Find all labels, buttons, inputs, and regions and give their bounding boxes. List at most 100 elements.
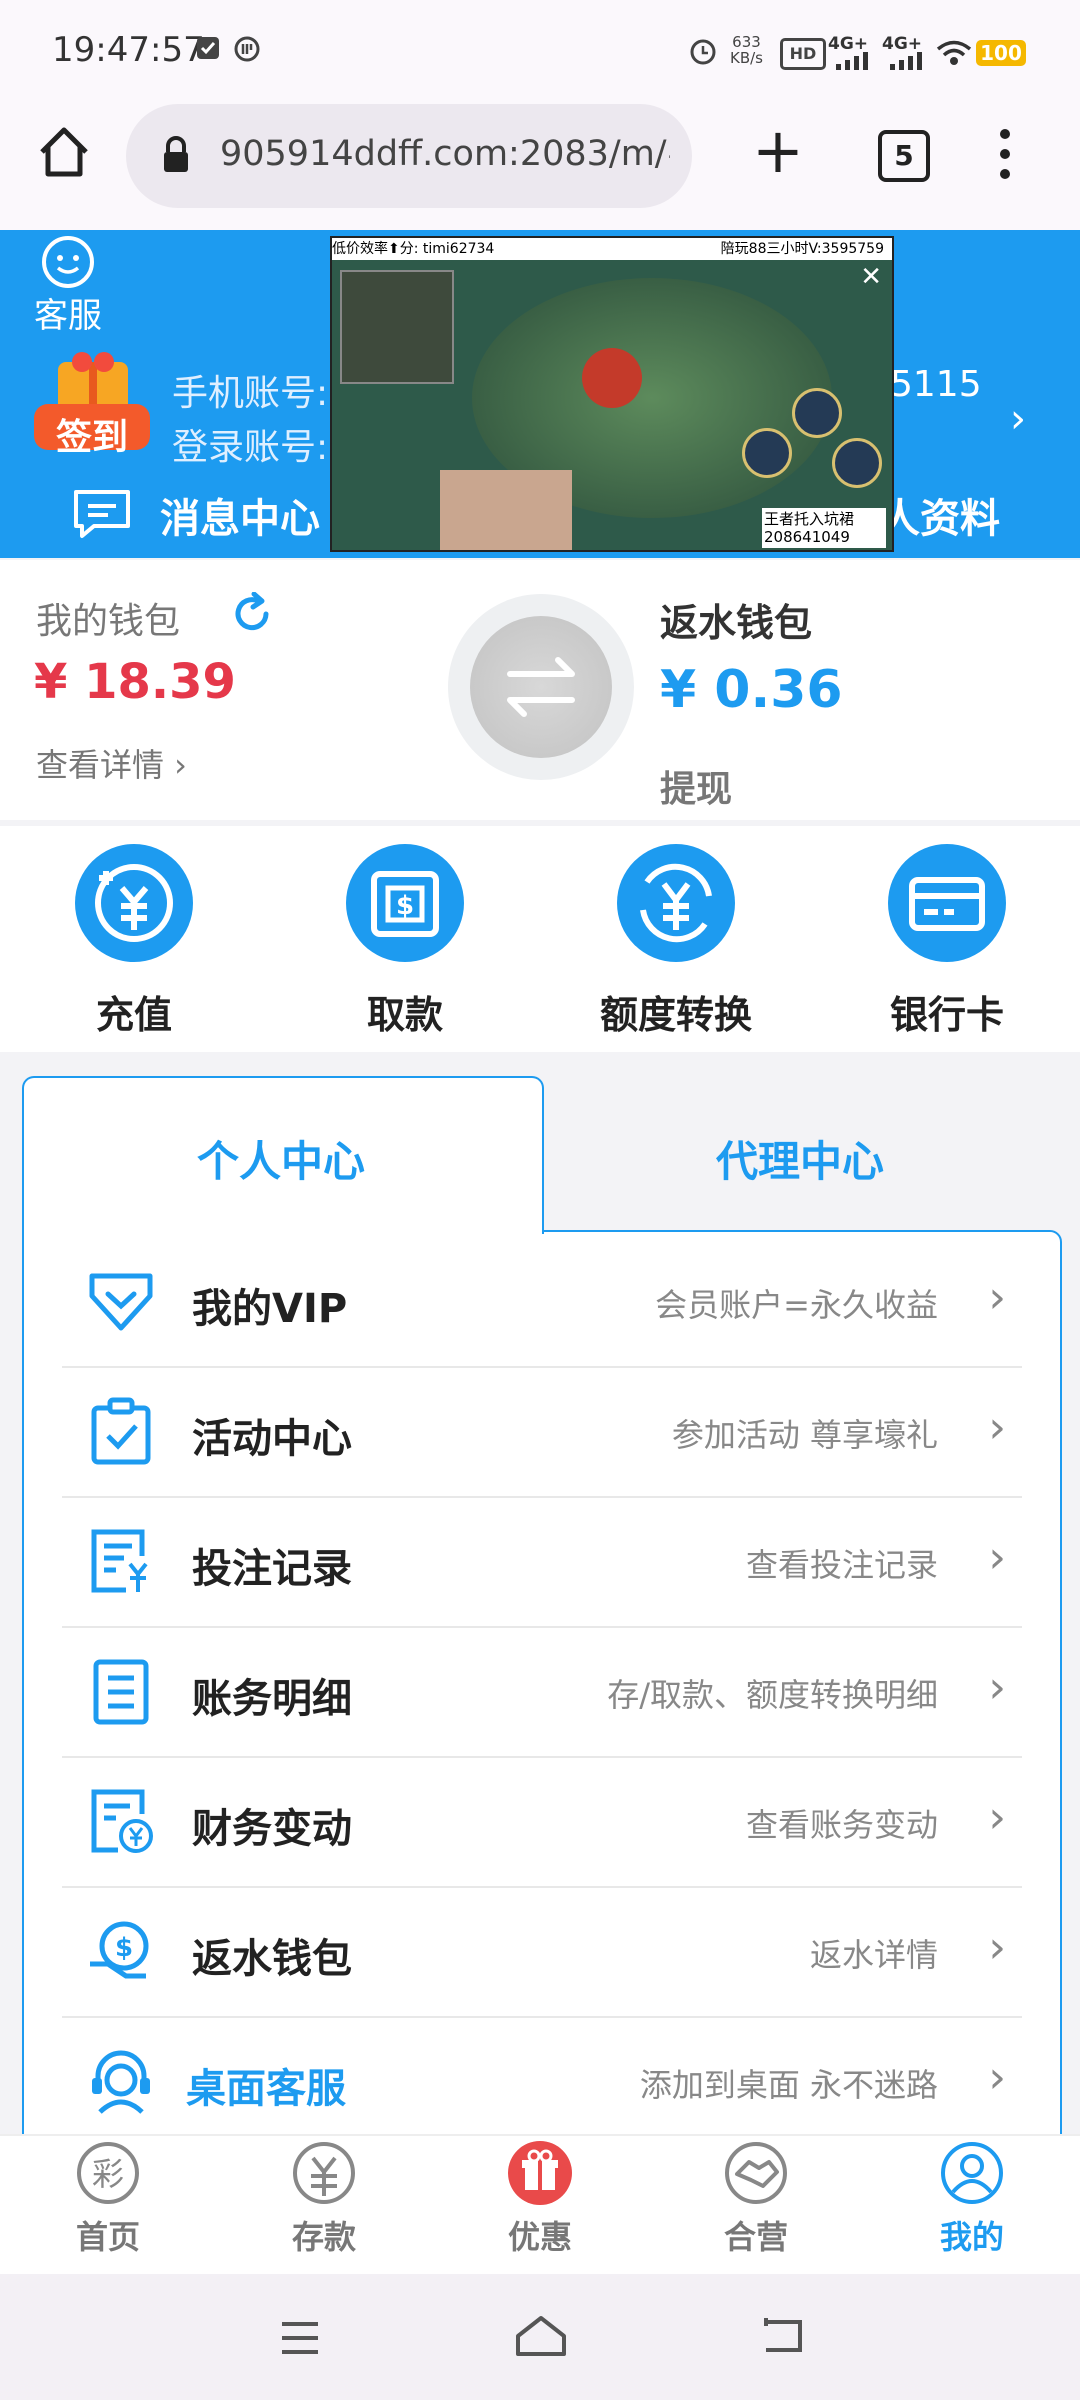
desktop-service-icon [86,2046,156,2116]
browser-home-icon[interactable] [36,124,92,184]
menu-item-rebate-wallet[interactable]: $ 返水钱包 返水详情 › [62,1886,1022,2018]
lottery-icon: 彩 [75,2140,141,2206]
nav-label: 优惠 [507,2218,572,2256]
nav-partnership[interactable]: 合营 [676,2140,836,2258]
chevron-right-icon: › [988,1532,1006,1583]
nav-home[interactable]: 彩 首页 [28,2140,188,2258]
alarm-icon [688,36,718,70]
action-label: 充值 [95,993,172,1037]
action-label: 额度转换 [599,993,752,1037]
rebate-wallet-label: 返水钱包 [660,601,813,645]
rebate-withdraw-link[interactable]: 提现 [660,760,732,812]
menu-item-label: 财务变动 [192,1806,352,1852]
menu-item-vip[interactable]: 我的VIP 会员账户=永久收益 › [62,1236,1022,1368]
tab-switcher-button[interactable]: 5 [878,130,930,182]
menu-item-label: 桌面客服 [186,2066,346,2112]
tab-agent-center[interactable]: 代理中心 [540,1128,1060,1189]
menu-item-activity[interactable]: 活动中心 参加活动 尊享壕礼 › [62,1366,1022,1498]
vip-icon [86,1266,156,1336]
system-home-icon[interactable] [514,2314,568,2362]
signal-bars-2-icon [890,52,926,74]
nav-label: 首页 [75,2218,140,2256]
browser-menu-icon[interactable] [990,126,1020,182]
my-wallet-amount: ¥ 18.39 [34,654,236,710]
video-close-icon[interactable]: ✕ [860,262,882,292]
phone-account-label: 手机账号: [172,373,329,414]
menu-item-bet-record[interactable]: 投注记录 查看投注记录 › [62,1496,1022,1628]
menu-item-desc: 查看账务变动 [745,1806,938,1844]
menu-item-ledger[interactable]: 账务明细 存/取款、额度转换明细 › [62,1626,1022,1758]
menu-item-desc: 查看投注记录 [745,1546,938,1584]
video-caption-line2: 208641049 [764,528,850,546]
nav-mine[interactable]: 我的 [892,2140,1052,2258]
action-label: 取款 [366,993,443,1037]
rebate-wallet-amount: ¥ 0.36 [660,660,843,720]
video-hero [582,348,642,408]
video-minimap [340,270,454,384]
rebate-wallet-icon: $ [86,1916,156,1986]
signal-2-label: 4G+ [882,34,923,54]
finance-change-icon [86,1786,156,1856]
action-withdraw[interactable]: $ 取款 [305,844,505,1039]
floating-video-player[interactable]: 低价效率⬆分: timi62734 陪玩88三小时V:3595759 ✕ 王者托… [330,236,894,552]
chevron-right-icon: › [988,2052,1006,2103]
view-details-link[interactable]: 查看详情 › [36,740,187,786]
my-wallet-label: 我的钱包 [36,601,181,642]
menu-item-finance-change[interactable]: 财务变动 查看账务变动 › [62,1756,1022,1888]
chevron-right-icon: › [988,1272,1006,1323]
action-label: 银行卡 [889,993,1004,1037]
action-bank-card[interactable]: 银行卡 [847,844,1047,1039]
header-chevron-right-icon[interactable]: › [1010,396,1026,442]
bank-card-icon [888,844,1006,962]
chevron-right-icon: › [988,1922,1006,1973]
nav-promotions[interactable]: 优惠 [460,2140,620,2258]
refresh-icon[interactable] [230,591,274,636]
menu-item-label: 活动中心 [192,1416,352,1462]
tab-personal-label[interactable]: 个人中心 [22,1128,540,1189]
account-number: 5115 [890,364,982,405]
lock-icon [160,134,192,174]
transfer-icon [617,844,735,962]
action-recharge[interactable]: 充值 [34,844,234,1039]
video-top-bar: 低价效率⬆分: timi62734 陪玩88三小时V:3595759 [332,238,892,260]
message-center-label[interactable]: 消息中心 [160,486,320,544]
ledger-icon [86,1656,156,1726]
url-text[interactable]: 905914ddff.com:2083/m/#/C [220,134,670,174]
net-speed: 633 KB/s [730,34,763,66]
sign-in-badge[interactable]: 签到 [30,352,154,462]
notification-check-icon [196,36,220,67]
back-icon[interactable] [758,2316,806,2360]
menu-item-desktop-service[interactable]: 桌面客服 添加到桌面 永不迷路 › [62,2016,1022,2146]
customer-service-label[interactable]: 客服 [34,288,102,337]
video-top-text: 低价效率⬆分: timi62734 [332,241,495,257]
video-skill-icon [792,388,842,438]
nav-deposit[interactable]: 存款 [244,2140,404,2258]
hd-icon: HD [780,38,826,70]
recharge-icon [75,844,193,962]
login-account-label: 登录账号: [172,427,329,468]
action-transfer[interactable]: 额度转换 [576,844,776,1039]
message-icon[interactable] [72,488,132,540]
video-skill-icon [832,438,882,488]
recent-apps-icon[interactable] [278,2318,322,2362]
video-top-right-text: 陪玩88三小时V:3595759 [720,241,884,257]
active-tab-gap [24,1229,538,1233]
new-tab-button[interactable]: + [740,116,816,192]
withdraw-icon: $ [346,844,464,962]
chevron-right-icon: › [988,1402,1006,1453]
nav-label: 存款 [291,2218,356,2256]
swap-arrows-icon[interactable] [470,616,612,758]
signal-1-label: 4G+ [828,34,869,54]
net-speed-value: 633 [732,33,761,51]
chevron-right-icon: › [988,1662,1006,1713]
profile-label[interactable]: 人资料 [880,486,1000,544]
wifi-icon [936,40,972,70]
menu-item-desc: 存/取款、额度转换明细 [607,1676,938,1714]
video-skill-icon [742,428,792,478]
menu-item-desc: 参加活动 尊享壕礼 [671,1416,938,1454]
battery-indicator: 100 [976,40,1026,66]
bet-record-icon [86,1526,156,1596]
sign-in-label: 签到 [55,417,128,458]
menu-item-label: 投注记录 [192,1546,352,1592]
customer-service-icon[interactable] [36,234,100,294]
